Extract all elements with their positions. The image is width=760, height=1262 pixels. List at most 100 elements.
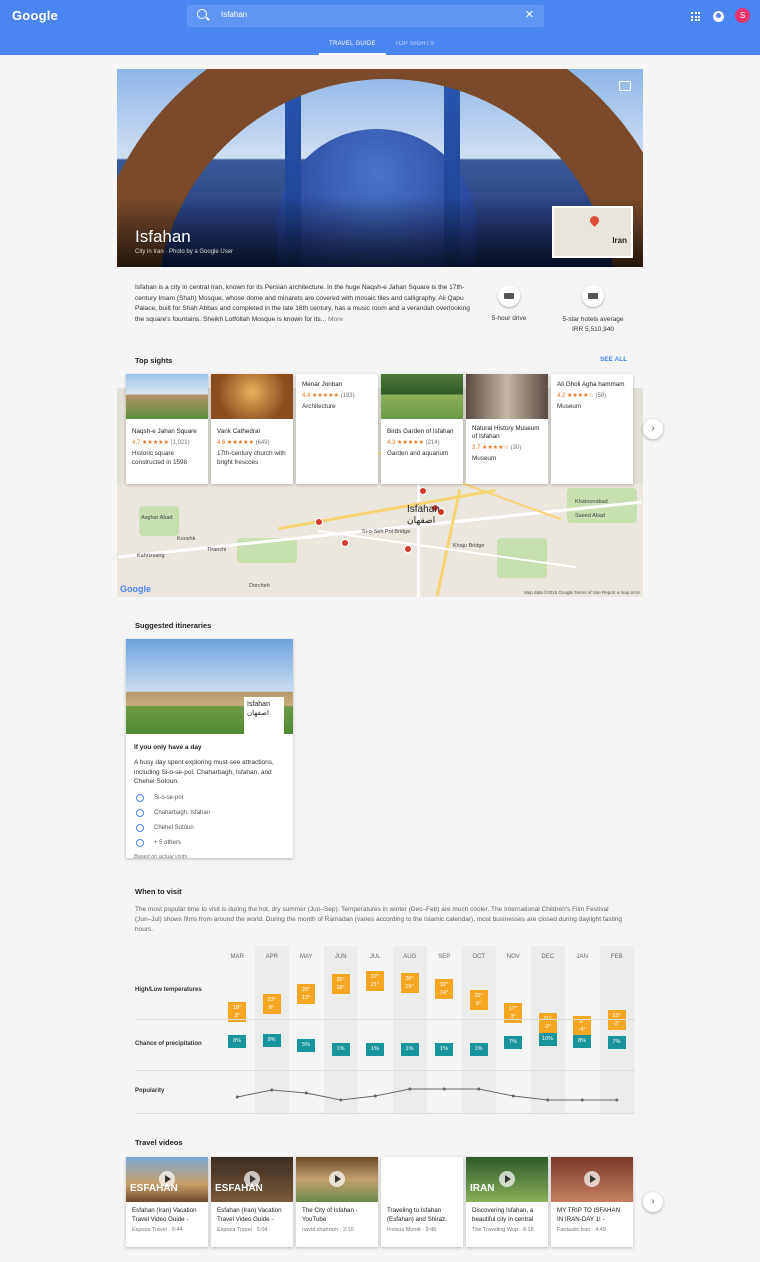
video-meta: The Traveling Wop · 6:18 (472, 1227, 534, 1233)
popularity-point (304, 1091, 308, 1095)
video-thumbnail (296, 1157, 378, 1202)
popularity-point (615, 1098, 619, 1102)
circle-icon (136, 823, 144, 832)
precipitation-box: 1% (366, 1042, 384, 1056)
month-label: NOV (506, 954, 520, 960)
video-thumbnail: ESFAHAN (211, 1157, 293, 1202)
video-card[interactable]: IRAN Discovering Isfahan, a beautiful cit… (466, 1157, 548, 1247)
itinerary-image: Isfahan اصفهان (126, 639, 293, 735)
sight-card[interactable]: Naqsh-e Jahan Square 4.7 ★★★★★ (1,021) H… (126, 374, 208, 484)
tab-top-sights[interactable]: TOP SIGHTS (395, 41, 434, 47)
car-icon (498, 285, 520, 307)
video-card[interactable]: Traveling to Isfahan (Esfahan) and Shira… (381, 1157, 463, 1247)
rating-stars: 4.4 ★★★★★ (193) (302, 393, 355, 399)
video-card[interactable]: ESFAHAN Esfahan (Iran) Vacation Travel Vi… (126, 1157, 208, 1247)
video-meta: Fantastic Iran · 4:49 (557, 1227, 606, 1233)
temperature-box: 29° 13° (297, 984, 315, 1004)
bed-icon (582, 285, 604, 307)
temperature-box: 17° 3° (504, 1003, 522, 1024)
month-label: APR (265, 954, 278, 960)
map-marker[interactable] (404, 545, 412, 553)
month-label: JUL (369, 954, 381, 960)
popularity-point (442, 1087, 446, 1091)
video-meta: navid shahram · 2:10 (302, 1227, 354, 1233)
sight-image (126, 374, 208, 419)
more-link[interactable]: More (328, 316, 343, 323)
sight-image (466, 374, 548, 419)
map-pin-icon (588, 214, 601, 227)
notifications-icon[interactable] (713, 11, 724, 22)
climate-table: FEB13°-2°7%JAN9°-4°8%DEC11°-2°10%NOV17°3… (220, 946, 635, 1114)
popularity-point (339, 1098, 343, 1102)
temperature-box: 23° 8° (262, 993, 281, 1014)
sight-image (211, 374, 293, 419)
avatar[interactable]: S (735, 8, 750, 23)
itinerary-stop: Chaharbagh, Isfahan (136, 808, 293, 817)
itinerary-card[interactable]: Isfahan اصفهان If you only have a day A … (126, 639, 293, 860)
month-label: OCT (472, 954, 486, 960)
popularity-point (408, 1087, 412, 1091)
popularity-point (373, 1094, 377, 1098)
google-map-logo: Google (120, 584, 151, 594)
sight-card[interactable]: Ali Gholi Agha hammam 4.2 ★★★★☆ (58) Mus… (551, 374, 633, 484)
chevron-right-icon[interactable]: › (643, 1192, 663, 1212)
video-title: Esfahan (Iran) Vacation Travel Video Gui… (217, 1207, 282, 1223)
precipitation-box: 1% (435, 1042, 453, 1056)
rating-stars: 3.7 ★★★★☆ (30) (472, 445, 522, 451)
drive-fact[interactable]: 5-hour drive (488, 285, 530, 322)
search-box[interactable]: Isfahan ✕ (187, 5, 544, 27)
map-marker[interactable] (341, 539, 349, 547)
map-marker[interactable] (419, 487, 427, 495)
sight-card[interactable]: Natural History Museum of Isfahan 3.7 ★★… (466, 374, 548, 484)
precipitation-box: 7% (607, 1036, 626, 1050)
popularity-point (580, 1098, 584, 1102)
hotel-fact[interactable]: 5-star hotels average IRR 5,510,940 (560, 285, 626, 334)
sight-card[interactable]: Menar Jonban 4.4 ★★★★★ (193) Architectur… (296, 374, 378, 484)
video-title: The City of Isfahan - YouTube (302, 1207, 358, 1223)
temperature-box: 35° 18° (331, 974, 350, 995)
play-icon (499, 1171, 515, 1187)
video-card[interactable]: The City of Isfahan - YouTube navid shahr… (296, 1157, 378, 1247)
when-description: The most popular time to visit is during… (135, 906, 623, 933)
section-title-top-sights: Top sights (135, 356, 173, 365)
section-title-itineraries: Suggested itineraries (135, 621, 212, 630)
precipitation-box: 9% (262, 1034, 281, 1048)
hero-subtitle: City in Iran · Photo by a Google User (135, 249, 234, 255)
photo-gallery-icon[interactable] (619, 81, 631, 91)
see-all-link[interactable]: SEE ALL (600, 356, 627, 363)
search-icon[interactable] (197, 9, 207, 19)
popularity-line (235, 1087, 619, 1102)
tab-travel-guide[interactable]: TRAVEL GUIDE (319, 41, 386, 55)
map-marker[interactable] (315, 518, 323, 526)
video-title: Traveling to Isfahan (Esfahan) and Shira… (387, 1207, 447, 1223)
search-input[interactable]: Isfahan (221, 10, 247, 19)
thumbnail-overlay-text: IRAN (470, 1183, 495, 1194)
video-meta: Expoza Travel · 5:04 (217, 1227, 268, 1233)
city-description: Isfahan is a city in central Iran, known… (135, 284, 470, 323)
sight-card[interactable]: Birds Garden of Isfahan 4.3 ★★★★★ (214) … (381, 374, 463, 484)
thumbnail-overlay-text: ESFAHAN (215, 1183, 263, 1194)
google-logo[interactable]: Google (12, 8, 58, 23)
month-label: JUN (334, 954, 347, 960)
sight-card[interactable]: Vank Cathedral 4.6 ★★★★★ (649) 17th-cent… (211, 374, 293, 484)
precipitation-box: 10% (538, 1033, 557, 1046)
itinerary-stop: Si-o-se-pol (136, 793, 293, 802)
month-label: AUG (403, 954, 417, 960)
chevron-right-icon[interactable]: › (643, 419, 663, 439)
section-title-videos: Travel videos (135, 1138, 183, 1147)
circle-icon (136, 808, 144, 817)
video-card[interactable]: MY TRIP TO ISFAHAN IN IRAN-DAY 1! - Fanta… (551, 1157, 633, 1247)
temperature-box: 11°-2° (538, 1012, 557, 1033)
rating-stars: 4.7 ★★★★★ (1,021) (132, 440, 190, 446)
video-meta: Expoza Travel · 9:44 (132, 1227, 183, 1233)
clear-icon[interactable]: ✕ (525, 8, 534, 21)
apps-grid-icon[interactable] (691, 12, 700, 21)
location-minimap[interactable]: Iran (552, 206, 633, 258)
map-footer[interactable]: Map data ©2018 Google Terms of Use Repor… (524, 590, 640, 595)
temperature-box: 32° 14° (435, 979, 453, 1000)
video-thumbnail (381, 1157, 463, 1202)
map-city-label: Isfahan اصفهان (407, 504, 440, 525)
precipitation-box: 8% (573, 1035, 591, 1049)
video-card[interactable]: ESFAHAN Esfahan (Iran) Vacation Travel Vi… (211, 1157, 293, 1247)
video-meta: Invisus Mundi · 9:45 (387, 1227, 437, 1233)
